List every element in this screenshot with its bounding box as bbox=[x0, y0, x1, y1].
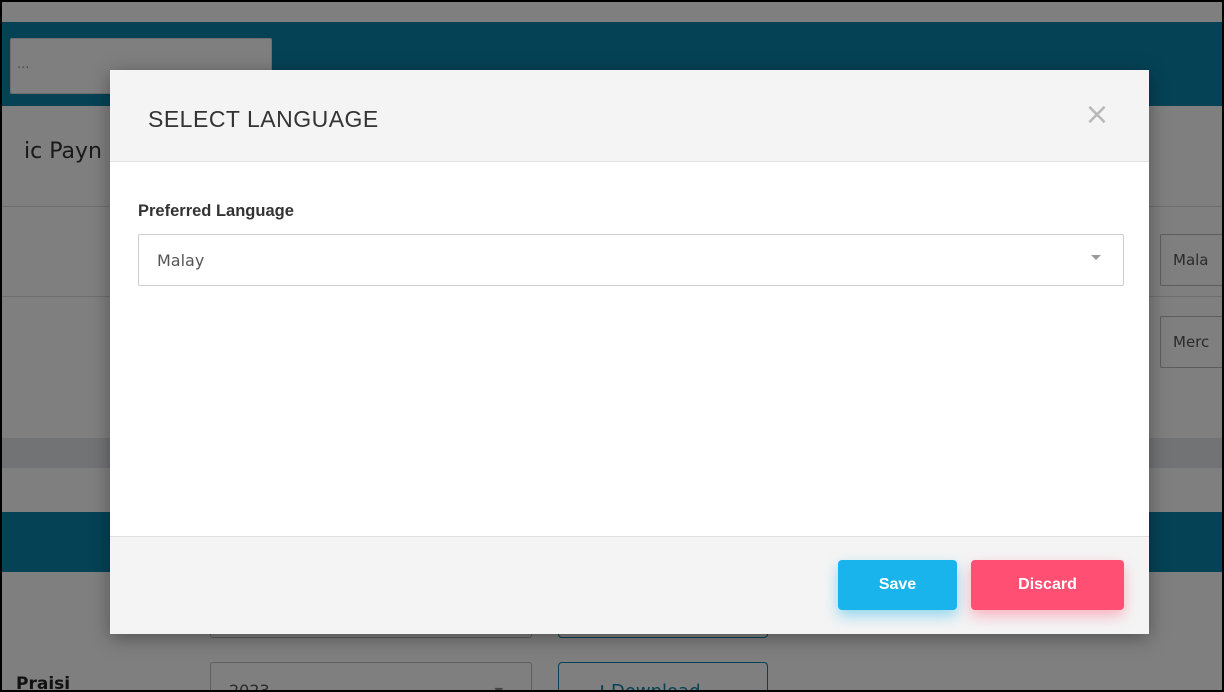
preferred-language-select[interactable]: Malay bbox=[138, 234, 1124, 286]
app-window: ... ic Payn Mala Merc Praisi 2023 ▼ ⭳ Do… bbox=[0, 0, 1224, 692]
close-icon[interactable]: × bbox=[1082, 100, 1112, 130]
discard-button[interactable]: Discard bbox=[971, 560, 1124, 610]
selected-language: Malay bbox=[157, 251, 205, 270]
chevron-down-icon bbox=[1091, 255, 1101, 260]
select-language-modal: SELECT LANGUAGE × Preferred Language Mal… bbox=[110, 70, 1149, 634]
save-button[interactable]: Save bbox=[838, 560, 957, 610]
preferred-language-label: Preferred Language bbox=[138, 202, 294, 220]
modal-header: SELECT LANGUAGE × bbox=[110, 70, 1149, 162]
modal-title: SELECT LANGUAGE bbox=[148, 106, 379, 132]
modal-footer: Save Discard bbox=[110, 536, 1149, 634]
